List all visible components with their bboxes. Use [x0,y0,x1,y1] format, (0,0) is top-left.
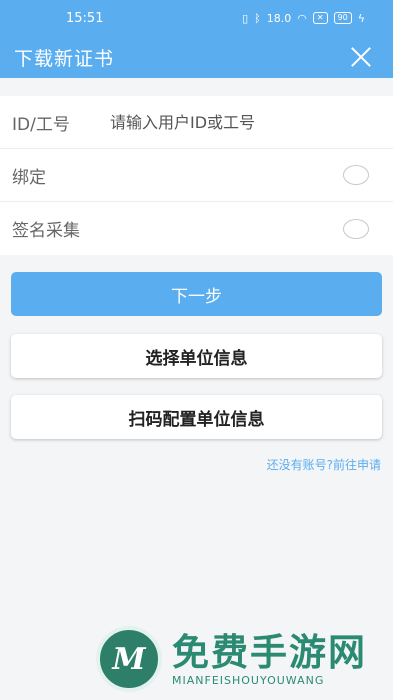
bind-label: 绑定 [12,167,46,188]
select-unit-button[interactable]: 选择单位信息 [11,334,382,378]
close-icon[interactable] [349,45,373,69]
page-title: 下载新证书 [14,47,115,70]
bluetooth-icon: ᛒ [254,11,261,25]
status-icons: ▯ ᛒ 18.0 ◠ ✕ 90 ϟ [242,12,365,25]
watermark: M 免费手游网 MIANFEISHOUYOUWANG [96,626,367,692]
bind-row: 绑定 [0,149,393,202]
vibrate-icon: ▯ [242,11,249,25]
certificate-form: ID/工号 绑定 签名采集 [0,96,393,255]
watermark-text: 免费手游网 MIANFEISHOUYOUWANG [172,630,367,687]
bind-radio[interactable] [343,165,369,185]
charging-icon: ϟ [357,11,365,25]
sign-radio[interactable] [343,218,369,239]
id-row: ID/工号 [0,96,393,149]
watermark-cn: 免费手游网 [172,630,367,674]
next-button[interactable]: 下一步 [11,272,382,316]
watermark-logo-icon: M [96,626,162,692]
sign-row: 签名采集 [0,202,393,255]
battery-icon: 90 [333,12,352,24]
status-bar: 15:51 ▯ ᛒ 18.0 ◠ ✕ 90 ϟ [0,0,393,36]
net-speed: 18.0 [266,11,292,25]
scan-unit-button[interactable]: 扫码配置单位信息 [11,395,382,439]
status-time: 15:51 [66,10,104,26]
id-input[interactable] [110,112,381,132]
id-label: ID/工号 [12,114,70,135]
wifi-icon: ◠ [297,11,307,25]
watermark-en: MIANFEISHOUYOUWANG [172,673,325,687]
sign-label: 签名采集 [12,221,80,241]
sim-icon: ✕ [312,12,328,24]
app-bar: 下载新证书 [0,36,393,78]
register-link[interactable]: 还没有账号?前往申请 [267,456,381,473]
